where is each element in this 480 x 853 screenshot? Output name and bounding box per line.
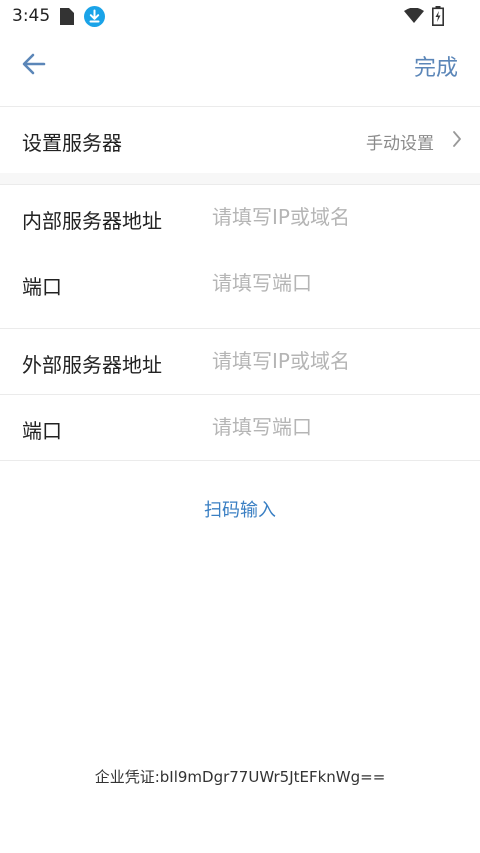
status-bar: 3:45: [0, 0, 480, 34]
sim-card-icon: [60, 8, 74, 29]
scan-input-link[interactable]: 扫码输入: [0, 496, 480, 522]
chevron-right-icon: [452, 131, 462, 151]
external-address-label: 外部服务器地址: [22, 353, 162, 377]
download-icon: [84, 6, 105, 31]
server-setting-value: 手动设置: [366, 134, 434, 154]
server-setting-row[interactable]: 设置服务器 手动设置: [0, 107, 480, 173]
enterprise-credential: 企业凭证:bIl9mDgr77UWr5JtEFknWg==: [94, 768, 386, 786]
server-setting-label: 设置服务器: [22, 131, 122, 155]
external-port-label: 端口: [22, 419, 62, 443]
status-time: 3:45: [12, 6, 51, 26]
battery-charging-icon: [432, 6, 444, 30]
internal-address-row: 内部服务器地址: [0, 185, 480, 251]
internal-address-label: 内部服务器地址: [22, 209, 162, 233]
internal-port-input[interactable]: [212, 267, 460, 299]
done-button[interactable]: 完成: [414, 50, 458, 82]
internal-port-row: 端口: [0, 251, 480, 317]
internal-address-input[interactable]: [212, 201, 460, 233]
back-button[interactable]: [14, 48, 54, 84]
toolbar: 完成: [0, 34, 480, 98]
internal-port-label: 端口: [22, 275, 62, 299]
arrow-left-icon: [22, 53, 46, 79]
section-gap: [0, 173, 480, 184]
divider: [0, 460, 480, 461]
wifi-icon: [404, 7, 424, 27]
external-address-row: 外部服务器地址: [0, 329, 480, 395]
external-port-row: 端口: [0, 395, 480, 461]
external-address-input[interactable]: [212, 345, 460, 377]
external-port-input[interactable]: [212, 411, 460, 443]
